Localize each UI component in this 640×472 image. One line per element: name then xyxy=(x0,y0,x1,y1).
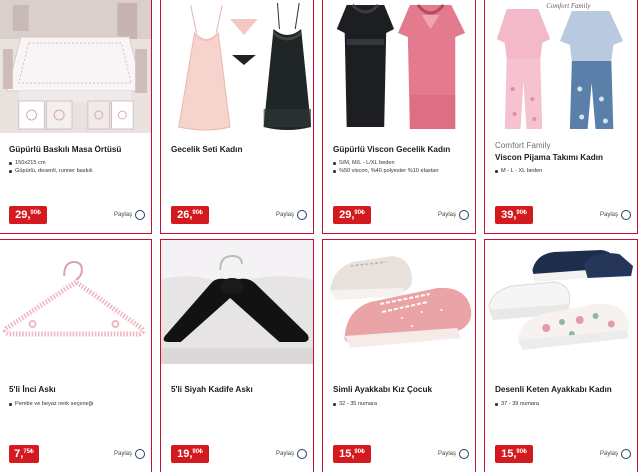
nightgown-set-image xyxy=(161,0,313,133)
price-main: 26, xyxy=(177,209,193,221)
price-badge: 19,90₺ xyxy=(171,445,209,463)
product-card-viscose-nightgown[interactable]: Güpürlü Viscon Gecelik Kadın S/M, M/L - … xyxy=(322,0,476,234)
product-card-nightgown-set[interactable]: Gecelik Seti Kadın 26,90₺ Paylaş xyxy=(160,0,314,234)
share-label: Paylaş xyxy=(599,212,618,218)
price-cents: 90₺ xyxy=(192,210,203,216)
product-grid: Güpürlü Baskılı Masa Örtüsü 150x215 cm G… xyxy=(0,0,640,472)
product-title: 5'li İnci Askı xyxy=(9,385,56,394)
feature-item: %50 viscon, %40 polyester %10 elastan xyxy=(333,167,471,175)
price-cents: 90₺ xyxy=(516,210,527,216)
share-button[interactable]: Paylaş xyxy=(276,209,307,221)
price-main: 29, xyxy=(15,209,31,221)
pearl-hanger-image xyxy=(0,240,151,364)
price-badge: 15,90₺ xyxy=(333,445,371,463)
price-badge: 39,90₺ xyxy=(495,206,533,224)
share-button[interactable]: Paylaş xyxy=(276,448,307,460)
price-badge: 15,90₺ xyxy=(495,445,533,463)
glitter-sneakers-image xyxy=(323,240,475,364)
product-title: 5'li Siyah Kadife Askı xyxy=(171,385,253,394)
product-title: Güpürlü Viscon Gecelik Kadın xyxy=(333,145,451,154)
product-features: 32 - 35 numara xyxy=(333,400,471,408)
tablecloth-image xyxy=(0,0,151,133)
share-radio-icon xyxy=(459,210,469,220)
feature-item: 37 - 39 numara xyxy=(495,400,633,408)
comfort-family-logo: Comfort Family xyxy=(546,2,591,10)
share-button[interactable]: Paylaş xyxy=(114,209,145,221)
share-label: Paylaş xyxy=(437,212,456,218)
price-main: 7, xyxy=(14,448,24,460)
viscose-nightgown-image xyxy=(323,0,475,133)
share-button[interactable]: Paylaş xyxy=(438,209,469,221)
product-features: S/M, M/L - L/XL beden %50 viscon, %40 po… xyxy=(333,159,471,175)
price-cents: 90₺ xyxy=(516,449,527,455)
product-card-glitter-sneakers[interactable]: Simli Ayakkabı Kız Çocuk 32 - 35 numara … xyxy=(322,239,476,472)
product-card-canvas-shoes[interactable]: Desenli Keten Ayakkabı Kadın 37 - 39 num… xyxy=(484,239,638,472)
feature-item: Pembe ve beyaz renk seçeneği xyxy=(9,400,147,408)
price-badge: 29,90₺ xyxy=(9,206,47,224)
price-cents: 90₺ xyxy=(30,210,41,216)
feature-item: Güpürlü, desenli, runner baskılı xyxy=(9,167,147,175)
product-features: 150x215 cm Güpürlü, desenli, runner bask… xyxy=(9,159,147,175)
share-button[interactable]: Paylaş xyxy=(438,448,469,460)
product-features: Pembe ve beyaz renk seçeneği xyxy=(9,400,147,408)
share-button[interactable]: Paylaş xyxy=(114,448,145,460)
product-features: M - L - XL beden xyxy=(495,167,633,175)
share-button[interactable]: Paylaş xyxy=(600,209,631,221)
price-cents: 90₺ xyxy=(192,449,203,455)
velvet-hanger-image xyxy=(161,240,313,364)
product-title: Simli Ayakkabı Kız Çocuk xyxy=(333,385,433,394)
product-title: Viscon Pijama Takımı Kadın xyxy=(495,153,603,162)
price-cents: 75₺ xyxy=(23,449,34,455)
price-main: 29, xyxy=(339,209,355,221)
share-label: Paylaş xyxy=(437,451,456,457)
product-features: 37 - 39 numara xyxy=(495,400,633,408)
product-card-pajama-set[interactable]: Comfort Family Comfort Family Viscon Pij… xyxy=(484,0,638,234)
product-title: Desenli Keten Ayakkabı Kadın xyxy=(495,385,612,394)
share-radio-icon xyxy=(621,449,631,459)
price-main: 15, xyxy=(501,448,517,460)
share-label: Paylaş xyxy=(113,451,132,457)
price-cents: 90₺ xyxy=(354,449,365,455)
share-label: Paylaş xyxy=(275,451,294,457)
product-title: Gecelik Seti Kadın xyxy=(171,145,243,154)
price-main: 15, xyxy=(339,448,355,460)
feature-item: 32 - 35 numara xyxy=(333,400,471,408)
feature-item: M - L - XL beden xyxy=(495,167,633,175)
share-radio-icon xyxy=(135,210,145,220)
product-card-velvet-hanger[interactable]: 5'li Siyah Kadife Askı 19,90₺ Paylaş xyxy=(160,239,314,472)
price-badge: 26,90₺ xyxy=(171,206,209,224)
share-radio-icon xyxy=(621,210,631,220)
share-radio-icon xyxy=(297,449,307,459)
price-badge: 7,75₺ xyxy=(9,445,39,463)
share-label: Paylaş xyxy=(599,451,618,457)
price-badge: 29,90₺ xyxy=(333,206,371,224)
price-main: 19, xyxy=(177,448,193,460)
price-main: 39, xyxy=(501,209,517,221)
product-brand: Comfort Family xyxy=(495,141,551,150)
product-title: Güpürlü Baskılı Masa Örtüsü xyxy=(9,145,122,154)
price-cents: 90₺ xyxy=(354,210,365,216)
product-card-tablecloth[interactable]: Güpürlü Baskılı Masa Örtüsü 150x215 cm G… xyxy=(0,0,152,234)
share-label: Paylaş xyxy=(275,212,294,218)
share-radio-icon xyxy=(297,210,307,220)
canvas-shoes-image xyxy=(485,240,637,364)
pajama-set-image: Comfort Family xyxy=(485,0,637,133)
share-button[interactable]: Paylaş xyxy=(600,448,631,460)
share-radio-icon xyxy=(135,449,145,459)
feature-item: S/M, M/L - L/XL beden xyxy=(333,159,471,167)
product-card-pearl-hanger[interactable]: 5'li İnci Askı Pembe ve beyaz renk seçen… xyxy=(0,239,152,472)
share-radio-icon xyxy=(459,449,469,459)
share-label: Paylaş xyxy=(113,212,132,218)
feature-item: 150x215 cm xyxy=(9,159,147,167)
